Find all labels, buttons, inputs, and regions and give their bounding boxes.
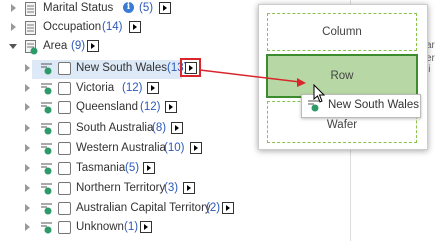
drag-arrow-icon [199,69,306,87]
mouse-cursor-icon [313,84,326,103]
